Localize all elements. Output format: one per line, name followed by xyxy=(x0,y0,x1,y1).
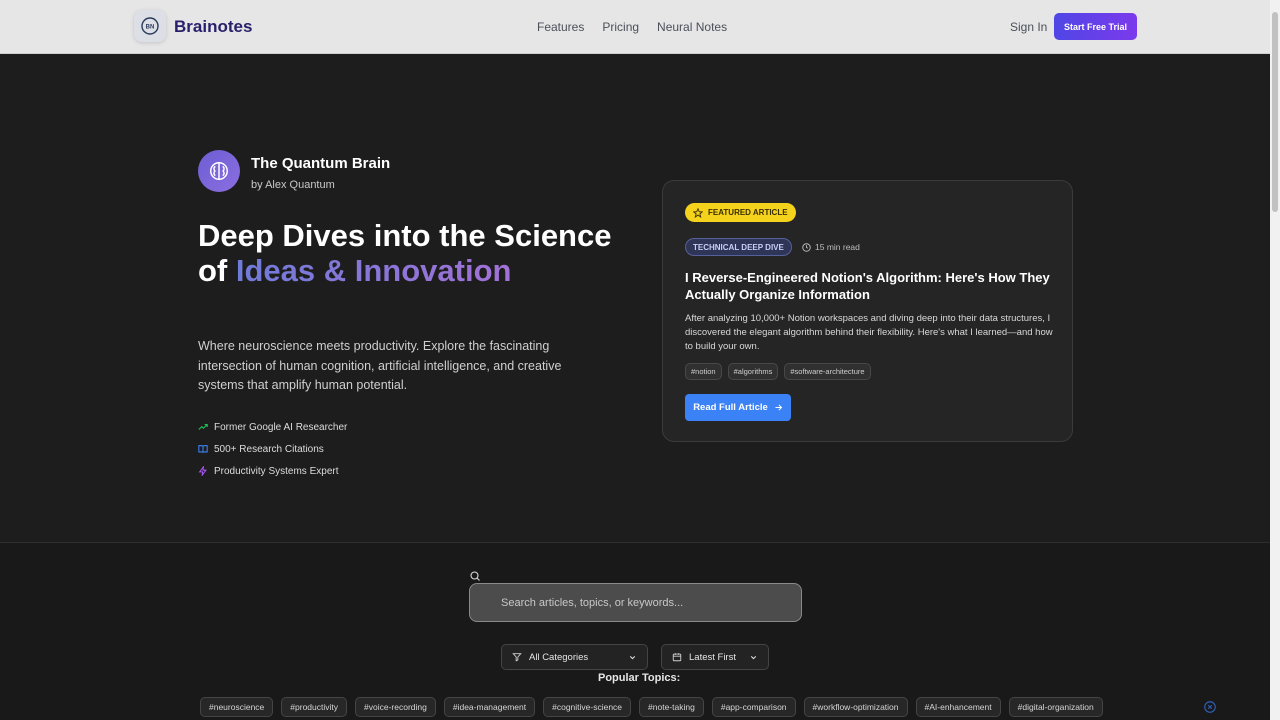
sign-in-link[interactable]: Sign In xyxy=(1010,20,1047,34)
topic-tag[interactable]: #voice-recording xyxy=(355,697,436,717)
scrollbar-thumb[interactable] xyxy=(1272,12,1278,212)
brand-name[interactable]: Brainotes xyxy=(174,17,252,37)
topic-tag[interactable]: #note-taking xyxy=(639,697,704,717)
main-nav: Features Pricing Neural Notes xyxy=(537,20,745,34)
topic-tag[interactable]: #workflow-optimization xyxy=(803,697,908,717)
hero-title-highlight: Ideas & Innovation xyxy=(235,253,512,288)
category-filter-value: All Categories xyxy=(529,651,589,663)
filter-icon xyxy=(512,653,522,662)
search-section xyxy=(0,542,1270,720)
featured-article-card: FEATURED ARTICLE TECHNICAL DEEP DIVE 15 … xyxy=(662,180,1073,442)
topic-tag[interactable]: #productivity xyxy=(281,697,348,717)
arrow-right-icon xyxy=(775,404,782,411)
hero-section xyxy=(0,54,1270,542)
clock-icon xyxy=(802,242,811,252)
credential-item: Former Google AI Researcher xyxy=(198,416,347,438)
article-tag[interactable]: #notion xyxy=(685,363,722,380)
search-input[interactable] xyxy=(469,583,802,622)
article-title[interactable]: I Reverse-Engineered Notion's Algorithm:… xyxy=(685,269,1055,303)
calendar-icon xyxy=(672,653,682,662)
featured-badge: FEATURED ARTICLE xyxy=(685,203,796,222)
star-icon xyxy=(693,207,703,218)
category-badge: TECHNICAL DEEP DIVE xyxy=(685,238,792,256)
featured-badge-label: FEATURED ARTICLE xyxy=(708,208,788,217)
topic-tag[interactable]: #digital-organization xyxy=(1008,697,1103,717)
author-byline: by Alex Quantum xyxy=(251,179,335,191)
topic-tag[interactable]: #AI-enhancement xyxy=(915,697,1001,717)
credential-text: 500+ Research Citations xyxy=(214,443,324,455)
chevron-down-icon xyxy=(629,655,636,659)
topic-tag[interactable]: #cognitive-science xyxy=(543,697,632,717)
read-full-article-label: Read Full Article xyxy=(693,402,768,413)
sort-value: Latest First xyxy=(689,651,736,663)
nav-features[interactable]: Features xyxy=(537,20,584,34)
topic-tag[interactable]: #neuroscience xyxy=(200,697,274,717)
zap-icon xyxy=(198,466,207,476)
read-full-article-button[interactable]: Read Full Article xyxy=(685,394,791,421)
nav-neural-notes[interactable]: Neural Notes xyxy=(657,20,727,34)
trending-up-icon xyxy=(198,423,208,430)
brain-logo-icon: BN xyxy=(141,17,159,35)
credential-item: Productivity Systems Expert xyxy=(198,460,347,482)
chevron-down-icon xyxy=(750,655,757,659)
author-name: The Quantum Brain xyxy=(251,155,391,172)
read-time-label: 15 min read xyxy=(815,242,860,252)
credential-text: Productivity Systems Expert xyxy=(214,465,339,477)
brain-icon xyxy=(210,162,228,180)
credentials-list: Former Google AI Researcher 500+ Researc… xyxy=(198,416,347,482)
hero-description: Where neuroscience meets productivity. E… xyxy=(198,339,562,392)
start-free-trial-button[interactable]: Start Free Trial xyxy=(1054,13,1137,40)
article-tags: #notion #algorithms #software-architectu… xyxy=(685,363,871,380)
article-description: After analyzing 10,000+ Notion workspace… xyxy=(685,313,1053,352)
hero-title: Deep Dives into the Science of Ideas & I… xyxy=(198,218,618,288)
category-filter-select[interactable]: All Categories xyxy=(501,644,648,670)
topic-tag[interactable]: #idea-management xyxy=(443,697,536,717)
top-navbar: BN Brainotes Features Pricing Neural Not… xyxy=(0,0,1270,54)
credential-item: 500+ Research Citations xyxy=(198,438,347,460)
book-open-icon xyxy=(198,445,208,453)
article-tag[interactable]: #software-architecture xyxy=(784,363,871,380)
credential-text: Former Google AI Researcher xyxy=(214,421,348,433)
nav-pricing[interactable]: Pricing xyxy=(602,20,639,34)
popular-topics-list: #neuroscience #productivity #voice-recor… xyxy=(200,697,1103,717)
sort-select[interactable]: Latest First xyxy=(661,644,769,670)
author-avatar xyxy=(198,150,240,192)
popular-topics-label: Popular Topics: xyxy=(598,672,681,684)
read-time: 15 min read xyxy=(802,242,860,252)
close-circle-icon[interactable] xyxy=(1203,700,1217,714)
svg-text:BN: BN xyxy=(146,25,155,31)
brand-logo[interactable]: BN xyxy=(134,10,166,42)
article-tag[interactable]: #algorithms xyxy=(727,363,779,380)
topic-tag[interactable]: #app-comparison xyxy=(711,697,796,717)
search-icon xyxy=(470,571,480,581)
